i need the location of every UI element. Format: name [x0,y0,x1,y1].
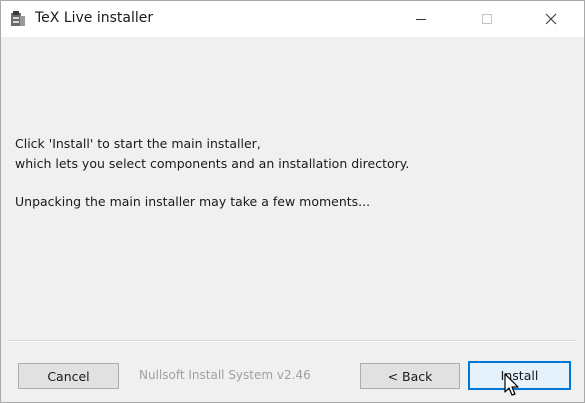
installer-window: TeX Live installer Click 'Install' to st… [0,0,585,403]
nsis-branding: Nullsoft Install System v2.46 [139,368,311,382]
minimize-button[interactable] [398,1,444,37]
unpacking-note: Unpacking the main installer may take a … [15,194,371,209]
mouse-cursor-icon [504,373,522,399]
tex-live-installer-icon [9,10,27,28]
instruction-line-2: which lets you select components and an … [15,156,410,171]
maximize-button[interactable] [464,1,510,37]
footer-divider [9,340,576,342]
maximize-icon [481,10,493,29]
title-bar[interactable]: TeX Live installer [1,1,584,37]
instruction-line-1: Click 'Install' to start the main instal… [15,136,261,151]
cancel-button[interactable]: Cancel [18,363,119,389]
window-title: TeX Live installer [35,10,154,26]
close-icon [545,10,557,29]
back-button[interactable]: < Back [360,363,460,389]
minimize-icon [415,10,427,29]
close-button[interactable] [528,1,574,37]
instructions-text: Click 'Install' to start the main instal… [15,134,409,212]
